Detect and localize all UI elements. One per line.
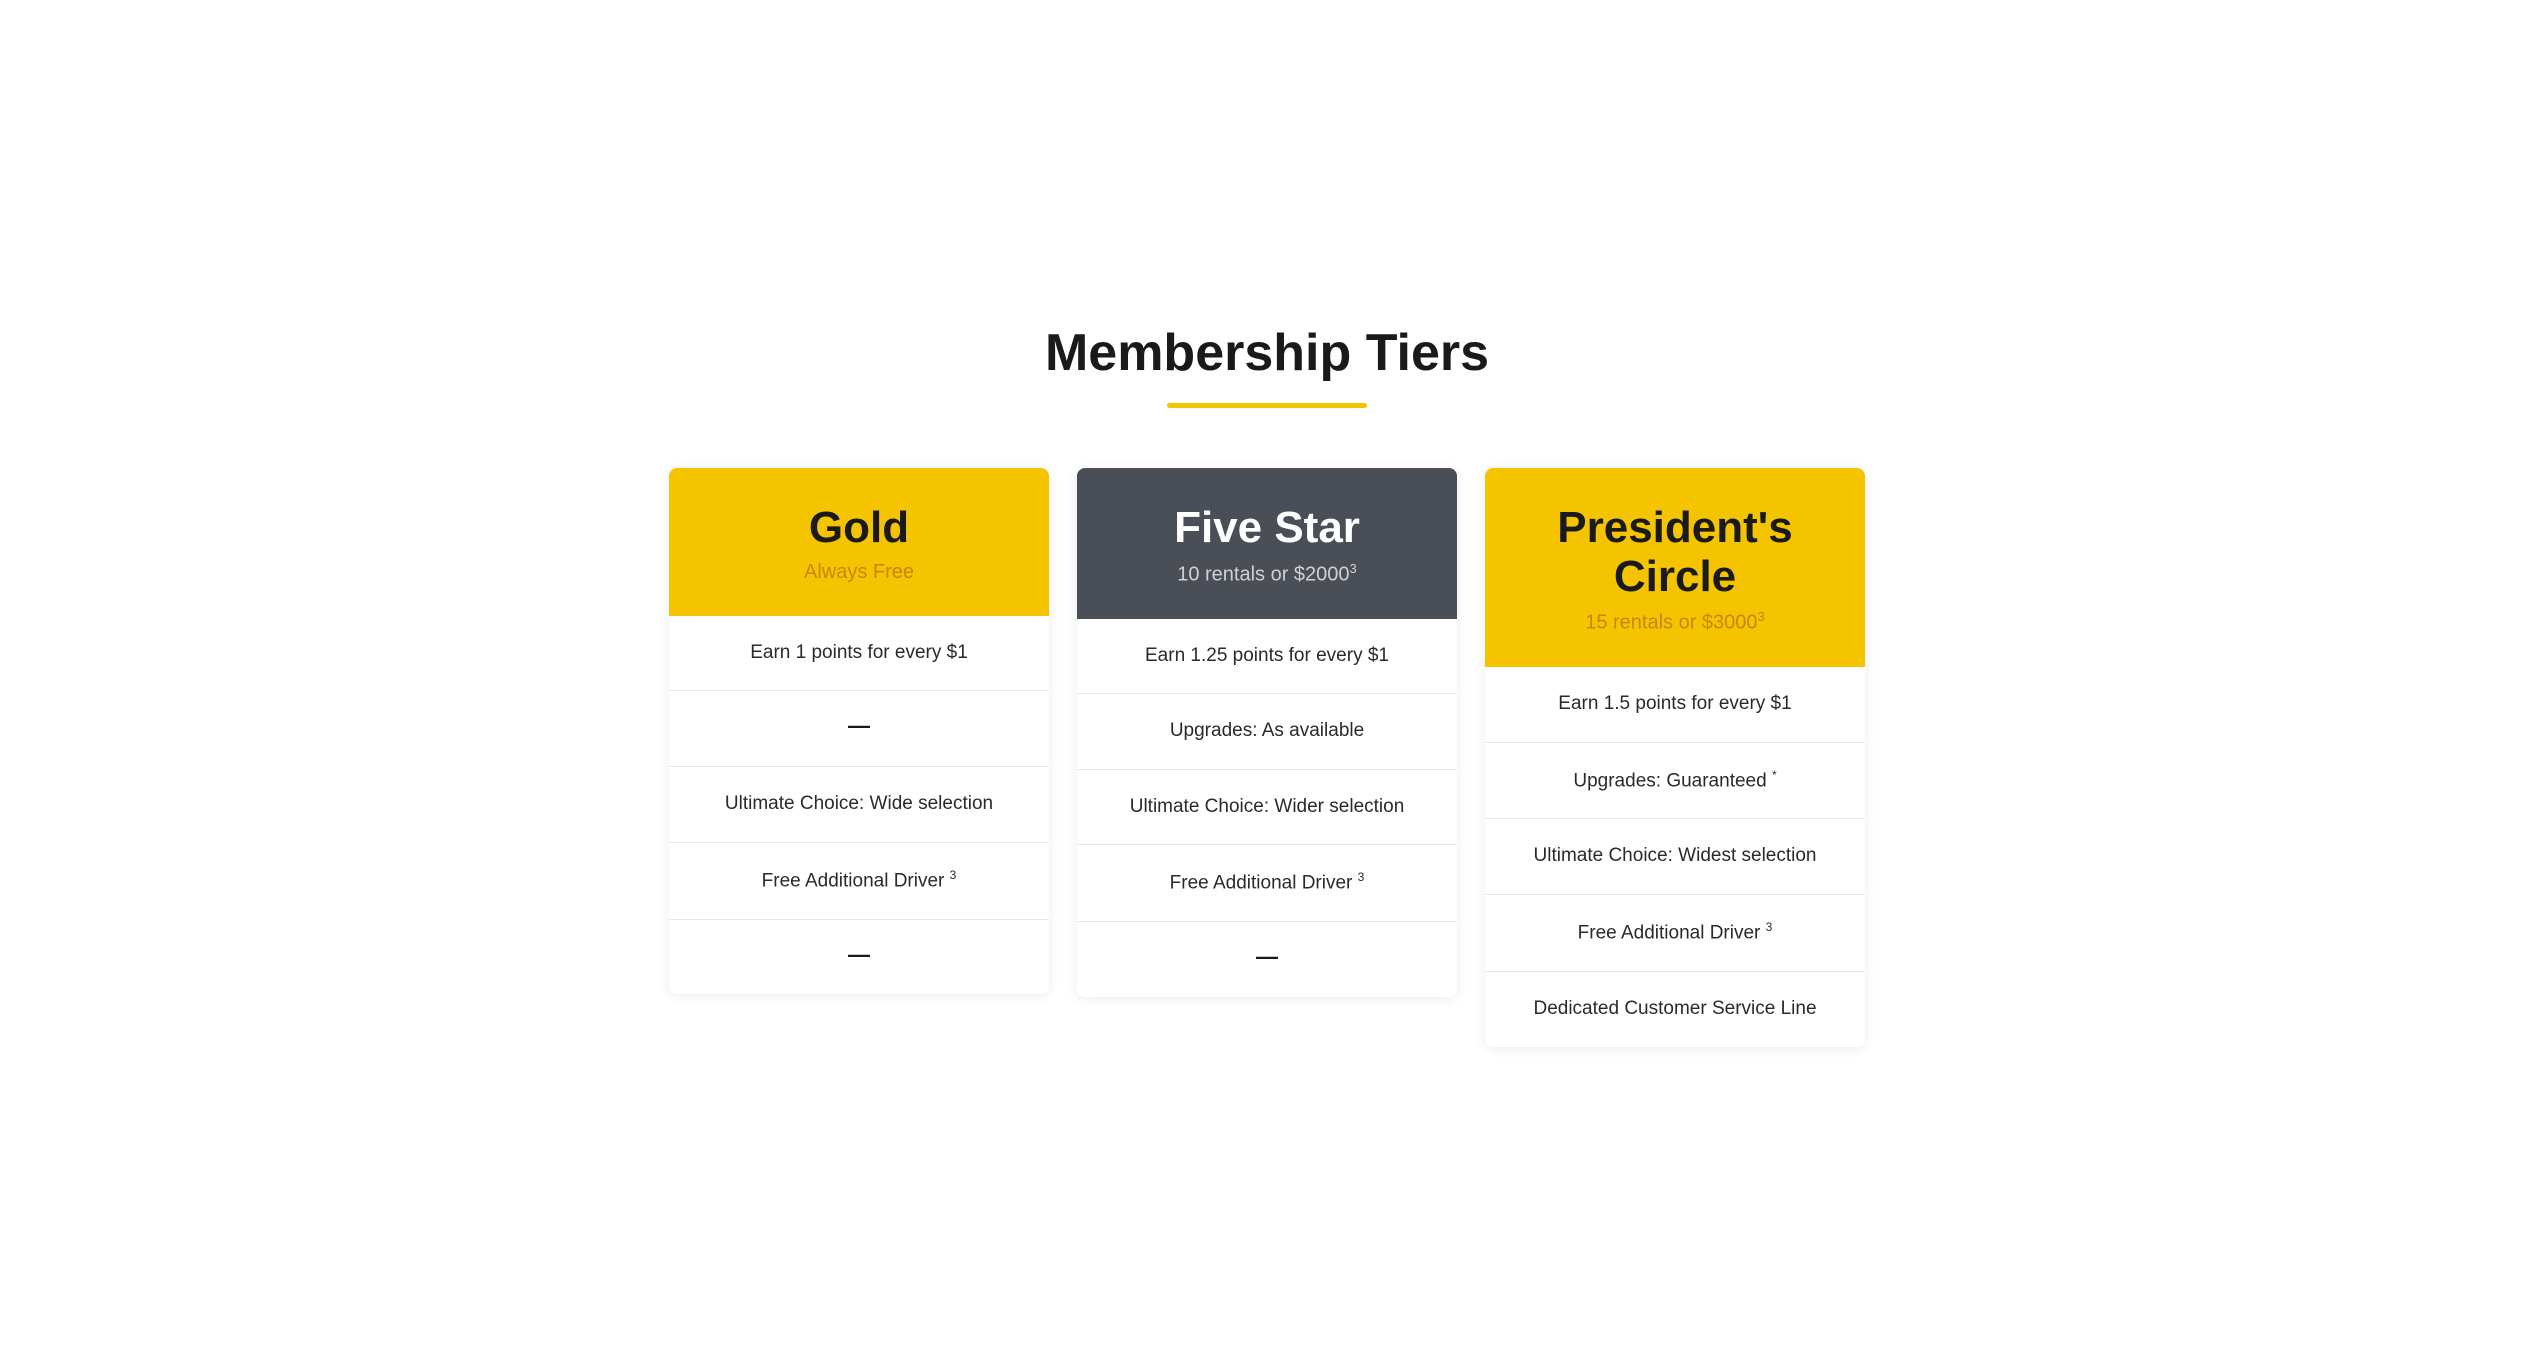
tier-feature-gold-0: Earn 1 points for every $1	[669, 616, 1049, 692]
tier-body-gold: Earn 1 points for every $1 — Ultimate Choi…	[669, 616, 1049, 994]
tier-body-five-star: Earn 1.25 points for every $1Upgrades: A…	[1077, 619, 1457, 997]
dash-icon-five-star-4: —	[1256, 946, 1278, 968]
tier-feature-five-star-2: Ultimate Choice: Wider selection	[1077, 770, 1457, 846]
tier-feature-five-star-3: Free Additional Driver 3	[1077, 845, 1457, 922]
tier-feature-five-star-1: Upgrades: As available	[1077, 694, 1457, 770]
tier-feature-gold-4: —	[669, 920, 1049, 995]
page-wrapper: Membership Tiers Gold Always Free Earn 1 p…	[634, 323, 1901, 1046]
tier-feature-presidents-circle-3: Free Additional Driver 3	[1485, 895, 1865, 972]
tier-header-presidents-circle: President's Circle 15 rentals or $30003	[1485, 468, 1865, 666]
tiers-container: Gold Always Free Earn 1 points for every $…	[634, 468, 1901, 1046]
tier-body-presidents-circle: Earn 1.5 points for every $1Upgrades: Gu…	[1485, 667, 1865, 1047]
tier-feature-gold-2: Ultimate Choice: Wide selection	[669, 767, 1049, 843]
page-title: Membership Tiers	[634, 323, 1901, 383]
tier-feature-gold-3: Free Additional Driver 3	[669, 843, 1049, 920]
tier-name-presidents-circle: President's Circle	[1509, 504, 1841, 601]
page-header: Membership Tiers	[634, 323, 1901, 408]
tier-feature-presidents-circle-1: Upgrades: Guaranteed *	[1485, 743, 1865, 820]
tier-feature-presidents-circle-2: Ultimate Choice: Widest selection	[1485, 819, 1865, 895]
tier-header-five-star: Five Star 10 rentals or $20003	[1077, 468, 1457, 618]
tier-feature-gold-1: —	[669, 691, 1049, 767]
tier-name-five-star: Five Star	[1101, 504, 1433, 552]
tier-name-gold: Gold	[693, 504, 1025, 552]
tier-card-presidents-circle: President's Circle 15 rentals or $30003 Ea…	[1485, 468, 1865, 1046]
tier-subtitle-presidents-circle: 15 rentals or $30003	[1509, 609, 1841, 635]
tier-subtitle-gold: Always Free	[693, 561, 1025, 584]
tier-card-five-star: Five Star 10 rentals or $20003 Earn 1.25 p…	[1077, 468, 1457, 996]
tier-feature-five-star-4: —	[1077, 922, 1457, 997]
tier-subtitle-five-star: 10 rentals or $20003	[1101, 561, 1433, 587]
dash-icon-gold-4: —	[848, 944, 870, 966]
tier-header-gold: Gold Always Free	[669, 468, 1049, 615]
tier-feature-presidents-circle-0: Earn 1.5 points for every $1	[1485, 667, 1865, 743]
tier-card-gold: Gold Always Free Earn 1 points for every $…	[669, 468, 1049, 994]
dash-icon-gold-1: —	[848, 715, 870, 737]
title-underline	[1167, 403, 1367, 408]
tier-feature-presidents-circle-4: Dedicated Customer Service Line	[1485, 972, 1865, 1047]
tier-feature-five-star-0: Earn 1.25 points for every $1	[1077, 619, 1457, 695]
